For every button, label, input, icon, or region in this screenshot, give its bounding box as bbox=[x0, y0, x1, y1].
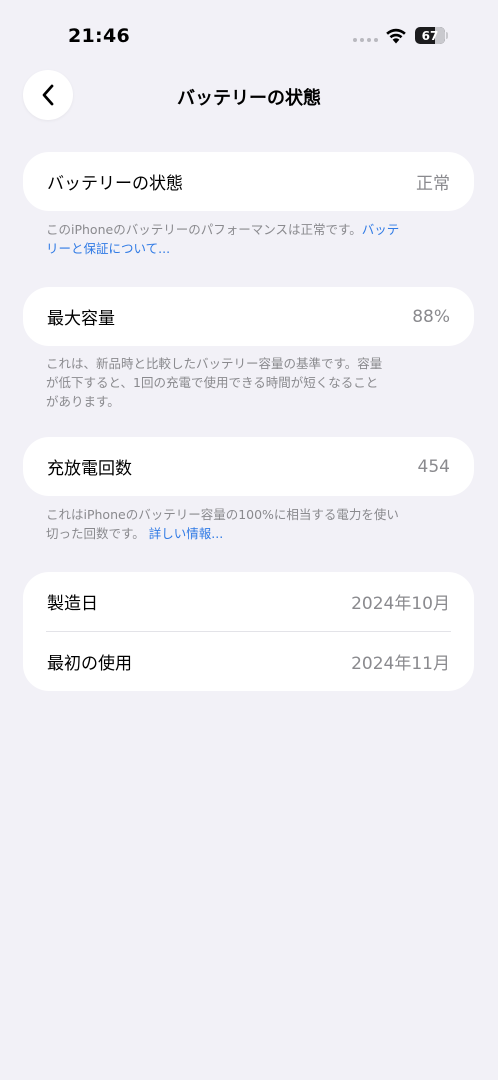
max-capacity-value: 88% bbox=[412, 306, 450, 327]
cycle-count-footnote-text: 切った回数です。 bbox=[46, 526, 145, 541]
battery-health-value: 正常 bbox=[416, 174, 450, 194]
battery-level: 67 bbox=[421, 28, 439, 43]
battery-icon: 67 bbox=[415, 27, 445, 44]
cycle-count-footnote-line: これはiPhoneのバッテリー容量の100%に相当する電力を使い bbox=[46, 507, 399, 522]
battery-warranty-link-continued[interactable]: リーと保証について... bbox=[46, 241, 170, 256]
clock: 21:46 bbox=[68, 25, 130, 47]
max-capacity-footnote: これは、新品時と比較したバッテリー容量の基準です。容量 が低下すると、1回の充電… bbox=[46, 354, 450, 411]
more-info-link[interactable]: 詳しい情報... bbox=[149, 526, 223, 541]
cycle-count-label: 充放電回数 bbox=[47, 459, 132, 479]
max-capacity-footnote-line: これは、新品時と比較したバッテリー容量の基準です。容量 bbox=[46, 356, 383, 371]
cellular-signal-icon bbox=[353, 38, 378, 42]
manufacture-date-row: 製造日 2024年10月 bbox=[23, 572, 474, 631]
dates-card: 製造日 2024年10月 最初の使用 2024年11月 bbox=[23, 572, 474, 691]
status-bar: 21:46 67 bbox=[0, 0, 498, 70]
navigation-bar: バッテリーの状態 bbox=[0, 70, 498, 122]
cycle-count-card: 充放電回数 454 bbox=[23, 437, 474, 496]
page-title: バッテリーの状態 bbox=[177, 88, 321, 109]
wifi-icon bbox=[386, 28, 406, 44]
max-capacity-row: 最大容量 88% bbox=[23, 287, 474, 346]
first-use-row: 最初の使用 2024年11月 bbox=[23, 632, 474, 691]
battery-health-footnote-text: このiPhoneのバッテリーのパフォーマンスは正常です。 bbox=[46, 222, 362, 237]
max-capacity-card: 最大容量 88% bbox=[23, 287, 474, 346]
max-capacity-label: 最大容量 bbox=[47, 309, 115, 329]
max-capacity-footnote-line: が低下すると、1回の充電で使用できる時間が短くなること bbox=[46, 375, 379, 390]
cycle-count-value: 454 bbox=[417, 456, 450, 477]
battery-cap-icon bbox=[446, 32, 448, 39]
first-use-label: 最初の使用 bbox=[47, 654, 132, 674]
cycle-count-footnote: これはiPhoneのバッテリー容量の100%に相当する電力を使い 切った回数です… bbox=[46, 505, 450, 543]
battery-health-card: バッテリーの状態 正常 bbox=[23, 152, 474, 211]
first-use-value: 2024年11月 bbox=[351, 654, 450, 674]
manufacture-date-label: 製造日 bbox=[47, 594, 98, 614]
battery-warranty-link[interactable]: バッテ bbox=[362, 222, 400, 237]
battery-health-footnote: このiPhoneのバッテリーのパフォーマンスは正常です。バッテ リーと保証につい… bbox=[46, 220, 450, 258]
manufacture-date-value: 2024年10月 bbox=[351, 594, 450, 614]
battery-health-row: バッテリーの状態 正常 bbox=[23, 152, 474, 211]
battery-health-label: バッテリーの状態 bbox=[47, 174, 183, 194]
max-capacity-footnote-line: があります。 bbox=[46, 394, 120, 409]
cycle-count-row: 充放電回数 454 bbox=[23, 437, 474, 496]
